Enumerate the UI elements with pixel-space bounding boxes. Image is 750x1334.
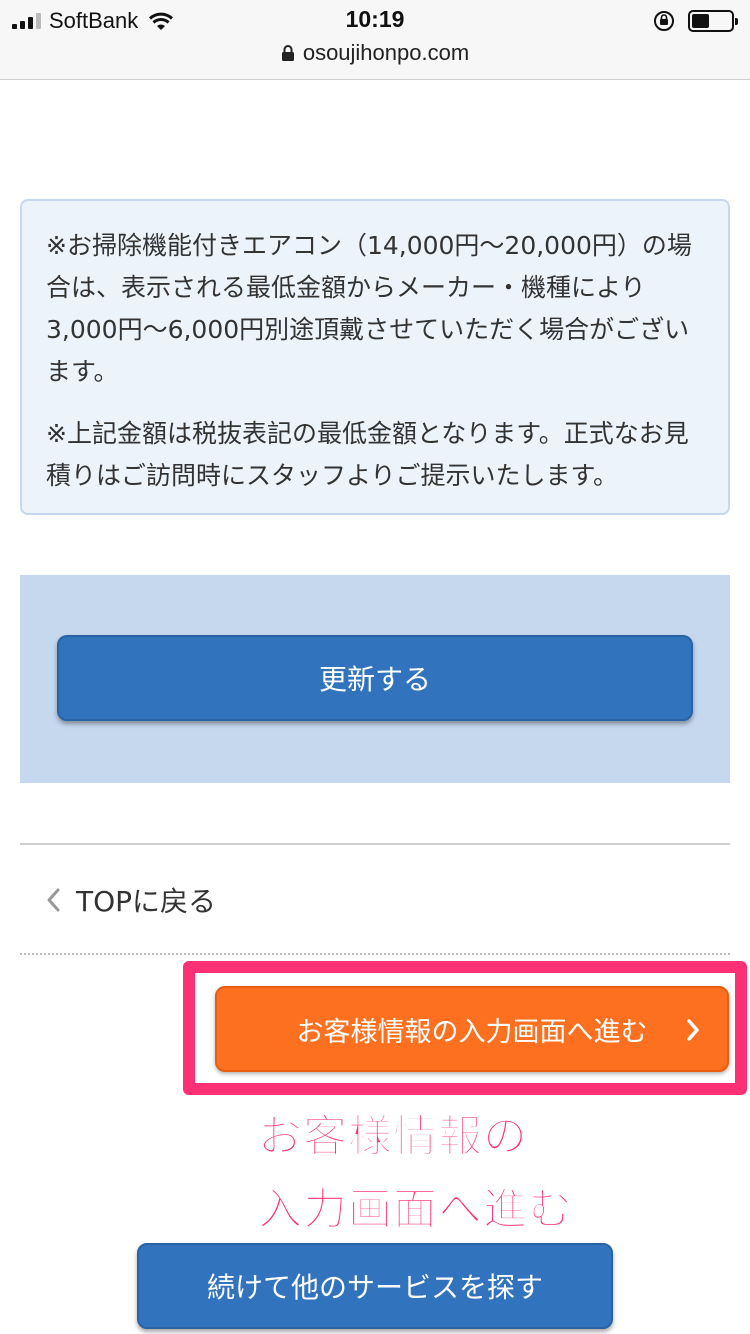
lock-icon: [281, 45, 294, 61]
back-link-label: TOPに戻る: [76, 885, 217, 918]
continue-shopping-button[interactable]: 続けて他のサービスを探す: [137, 1243, 613, 1329]
status-right: [652, 8, 738, 34]
url-text: osoujihonpo.com: [302, 40, 470, 65]
battery-icon: [688, 10, 738, 32]
notice-paragraph-2: ※上記金額は税抜表記の最低金額となります。正式なお見積りはご訪問時にスタッフより…: [46, 419, 689, 490]
notice-paragraph-1: ※お掃除機能付きエアコン（14,000円〜20,000円）の場合は、表示される最…: [46, 231, 692, 386]
dotted-divider: [20, 953, 730, 955]
status-left: SoftBank: [12, 6, 174, 36]
back-to-top-link[interactable]: TOPに戻る: [44, 872, 216, 928]
wifi-icon: [149, 12, 174, 30]
rotation-lock-icon: [654, 11, 674, 31]
proceed-to-customer-info-button[interactable]: お客様情報の入力画面へ進む: [215, 986, 729, 1072]
status-bar: SoftBank 10:19 osoujihonpo.com: [0, 0, 750, 80]
battery-level-fill: [692, 14, 710, 28]
chevron-right-icon: [687, 1019, 699, 1041]
pricing-notice: ※お掃除機能付きエアコン（14,000円〜20,000円）の場合は、表示される最…: [20, 199, 730, 515]
divider: [20, 843, 730, 845]
chevron-left-icon: [47, 888, 60, 912]
signal-icon: [12, 13, 41, 29]
carrier-name: SoftBank: [49, 8, 139, 33]
update-button[interactable]: 更新する: [57, 635, 693, 721]
annotation-line-1: お客様情報の: [258, 1111, 528, 1163]
proceed-button-label: お客様情報の入力画面へ進む: [296, 1016, 648, 1048]
annotation-line-2: 入力画面へ進む: [258, 1184, 573, 1236]
update-section: 更新する: [20, 575, 730, 783]
address-bar[interactable]: osoujihonpo.com: [0, 40, 750, 66]
